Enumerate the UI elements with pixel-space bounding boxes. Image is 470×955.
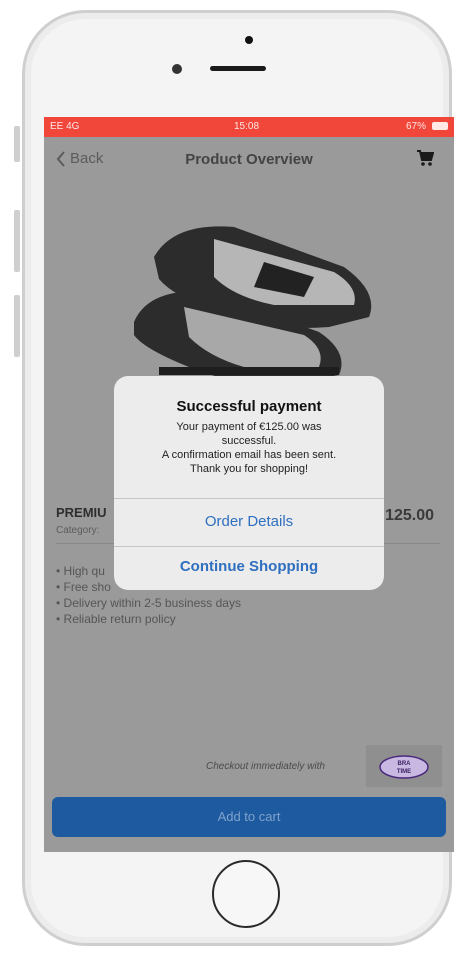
page-title: Product Overview	[185, 151, 313, 168]
feature-item: • Reliable return policy	[56, 612, 176, 626]
nav-bar: Back Product Overview	[44, 137, 454, 181]
dialog-message: Your payment of €125.00 was successful. …	[134, 420, 364, 476]
volume-down-button	[14, 295, 20, 357]
cart-icon	[417, 150, 435, 166]
volume-up-button	[14, 210, 20, 272]
express-checkout-button[interactable]: BRA TIME	[366, 745, 442, 787]
status-bar: EE 4G 15:08 67%	[44, 117, 454, 137]
dialog-message-line: Your payment of €125.00 was	[176, 421, 322, 433]
dialog-message-line: A confirmation email has been sent.	[161, 449, 337, 461]
checkout-text: Checkout immediately with	[206, 761, 325, 772]
proximity-sensor	[172, 64, 182, 74]
product-price: 125.00	[385, 507, 434, 524]
battery-icon	[432, 122, 448, 130]
app-screen: EE 4G 15:08 67% Back Product Overview PR…	[44, 117, 454, 852]
earpiece-speaker	[210, 66, 266, 71]
dialog-divider	[114, 498, 384, 499]
product-category: Category:	[56, 525, 100, 536]
logo-text-top: BRA	[398, 761, 412, 767]
clock: 15:08	[234, 121, 260, 132]
front-camera	[245, 36, 253, 44]
mute-switch	[14, 126, 20, 162]
battery-percent: 67%	[405, 121, 426, 132]
order-details-button[interactable]: Order Details	[114, 513, 384, 530]
add-to-cart-button[interactable]: Add to cart	[52, 797, 446, 837]
payment-logo-icon: BRA TIME	[379, 755, 429, 779]
payment-success-dialog: Successful payment Your payment of €125.…	[114, 376, 384, 590]
carrier: EE 4G	[50, 121, 80, 132]
dialog-title: Successful payment	[176, 398, 322, 415]
dialog-message-line: successful.	[221, 435, 277, 447]
logo-text-bottom: TIME	[397, 769, 411, 775]
product-image	[134, 226, 372, 383]
home-button[interactable]	[212, 860, 280, 928]
dialog-message-line: Thank you for shopping!	[189, 463, 309, 475]
cart-button[interactable]	[416, 149, 435, 172]
dialog-divider	[114, 546, 384, 547]
continue-shopping-button[interactable]: Continue Shopping	[114, 558, 384, 575]
product-name: PREMIU	[56, 505, 107, 520]
feature-item: • Delivery within 2-5 business days	[56, 596, 241, 610]
